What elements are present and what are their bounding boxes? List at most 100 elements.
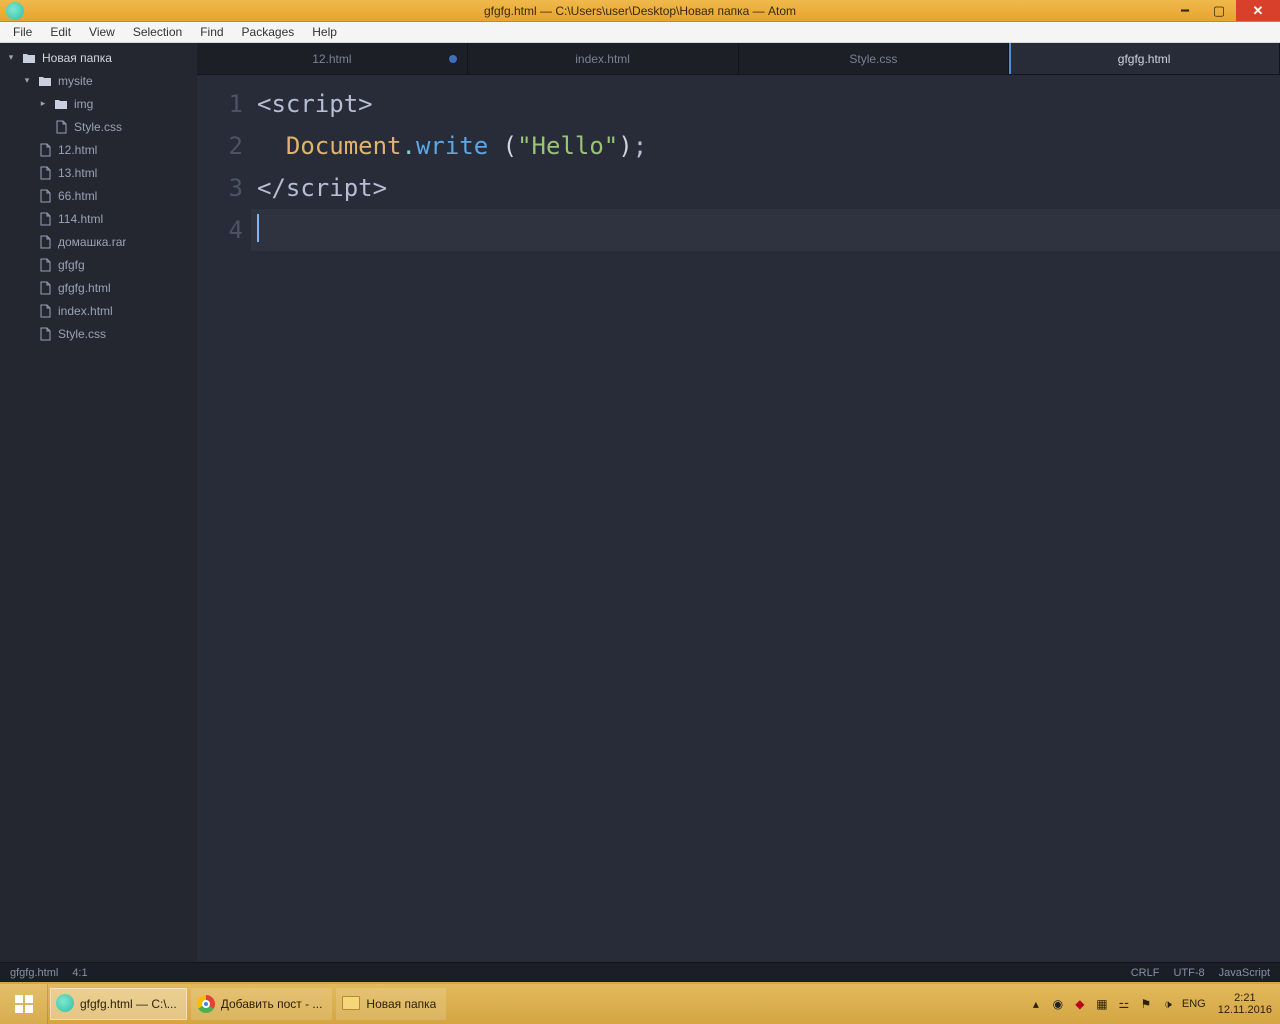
editor-tab-style-css[interactable]: Style.css [739,43,1010,74]
tree-item-label: index.html [58,304,113,318]
status-encoding[interactable]: UTF-8 [1173,967,1204,979]
language-indicator[interactable]: ENG [1182,998,1206,1010]
tray-icon-2[interactable]: ▦ [1094,996,1110,1012]
code-line[interactable]: Document.write ("Hello"); [257,125,1280,167]
window-close-button[interactable]: ✕ [1236,0,1280,21]
tab-label: index.html [575,52,630,66]
tree-file-gfgfg-html[interactable]: gfgfg.html [0,276,197,299]
code-line[interactable]: <script> [257,83,1280,125]
menu-edit[interactable]: Edit [41,22,80,42]
tree-file-style-css[interactable]: Style.css [0,115,197,138]
menu-find[interactable]: Find [191,22,232,42]
tree-file-12-html[interactable]: 12.html [0,138,197,161]
tree-item-label: gfgfg.html [58,281,111,295]
tray-icon[interactable]: ◆ [1072,996,1088,1012]
status-filename[interactable]: gfgfg.html [10,967,58,979]
text-cursor [257,214,259,242]
windows-taskbar: gfgfg.html — C:\... Добавить пост - ... Но… [0,984,1280,1024]
tree-file-13-html[interactable]: 13.html [0,161,197,184]
taskbar-item-label: Новая папка [366,997,436,1011]
tree-view-sidebar[interactable]: ▾ Новая папка ▾ mysite ▸ img Style.css 12.htm… [0,43,197,962]
tree-file--rar[interactable]: домашка.rar [0,230,197,253]
tree-item-label: img [74,97,93,111]
atom-app-icon [6,2,24,20]
tree-root-label: Новая папка [42,51,112,65]
steam-icon[interactable]: ◉ [1050,996,1066,1012]
chevron-down-icon: ▾ [22,75,32,86]
line-number: 1 [197,83,243,125]
status-bar: gfgfg.html 4:1 CRLF UTF-8 JavaScript [0,962,1280,984]
network-icon[interactable]: ⚍ [1116,996,1132,1012]
tree-folder-mysite[interactable]: ▾ mysite [0,69,197,92]
chevron-down-icon: ▾ [6,52,16,63]
menu-selection[interactable]: Selection [124,22,191,42]
code-line[interactable] [251,209,1280,251]
tree-folder-img[interactable]: ▸ img [0,92,197,115]
editor-tab-gfgfg-html[interactable]: gfgfg.html [1009,43,1280,74]
file-icon [54,120,68,134]
volume-icon[interactable]: 🕩 [1160,996,1176,1012]
status-cursor-position[interactable]: 4:1 [72,967,87,979]
tree-file-style-css[interactable]: Style.css [0,322,197,345]
start-button[interactable] [0,984,48,1024]
tree-item-label: Style.css [58,327,106,341]
taskbar-item-atom[interactable]: gfgfg.html — C:\... [50,988,187,1020]
status-line-ending[interactable]: CRLF [1131,967,1160,979]
taskbar-item-folder[interactable]: Новая папка [336,988,446,1020]
tree-root-folder[interactable]: ▾ Новая папка [0,46,197,69]
system-tray[interactable]: ▴ ◉ ◆ ▦ ⚍ ⚑ 🕩 ENG 2:21 12.11.2016 [1028,992,1280,1016]
window-minimize-button[interactable]: ━ [1168,0,1202,21]
window-title: gfgfg.html — C:\Users\user\Desktop\Новая… [0,4,1280,18]
tree-file-gfgfg[interactable]: gfgfg [0,253,197,276]
file-icon [38,189,52,203]
editor-tab-index-html[interactable]: index.html [468,43,739,74]
folder-icon [22,52,36,64]
menu-file[interactable]: File [4,22,41,42]
line-number: 4 [197,209,243,251]
tab-label: gfgfg.html [1118,52,1171,66]
menu-help[interactable]: Help [303,22,346,42]
file-icon [38,166,52,180]
editor-tab-12-html[interactable]: 12.html [197,43,468,74]
file-icon [38,258,52,272]
tray-up-icon[interactable]: ▴ [1028,996,1044,1012]
editor-content[interactable]: <script> Document.write ("Hello");</scri… [257,75,1280,962]
tree-item-label: 114.html [58,212,103,226]
window-maximize-button[interactable]: ▢ [1202,0,1236,21]
tree-item-label: домашка.rar [58,235,126,249]
menu-bar: FileEditViewSelectionFindPackagesHelp [0,22,1280,43]
menu-view[interactable]: View [80,22,124,42]
tree-item-label: 66.html [58,189,97,203]
taskbar-item-chrome[interactable]: Добавить пост - ... [191,988,333,1020]
taskbar-clock[interactable]: 2:21 12.11.2016 [1212,992,1272,1016]
tree-item-label: mysite [58,74,93,88]
tree-item-label: 12.html [58,143,97,157]
code-line[interactable]: </script> [257,167,1280,209]
chevron-right-icon: ▸ [38,98,48,109]
status-grammar[interactable]: JavaScript [1219,967,1270,979]
chrome-icon [197,995,215,1013]
tree-item-label: 13.html [58,166,97,180]
taskbar-item-label: gfgfg.html — C:\... [80,997,177,1011]
tab-label: 12.html [312,52,351,66]
tree-file-114-html[interactable]: 114.html [0,207,197,230]
text-editor[interactable]: 1234 <script> Document.write ("Hello");<… [197,75,1280,962]
folder-icon [38,75,52,87]
modified-indicator-icon [449,55,457,63]
folder-icon [54,98,68,110]
file-icon [38,212,52,226]
file-icon [38,235,52,249]
file-icon [38,327,52,341]
file-icon [38,143,52,157]
action-center-icon[interactable]: ⚑ [1138,996,1154,1012]
tree-item-label: Style.css [74,120,122,134]
menu-packages[interactable]: Packages [233,22,304,42]
tree-file-index-html[interactable]: index.html [0,299,197,322]
file-icon [38,281,52,295]
folder-icon [342,996,360,1013]
line-number: 2 [197,125,243,167]
tree-item-label: gfgfg [58,258,85,272]
tree-file-66-html[interactable]: 66.html [0,184,197,207]
atom-icon [56,994,74,1015]
window-titlebar: gfgfg.html — C:\Users\user\Desktop\Новая… [0,0,1280,22]
